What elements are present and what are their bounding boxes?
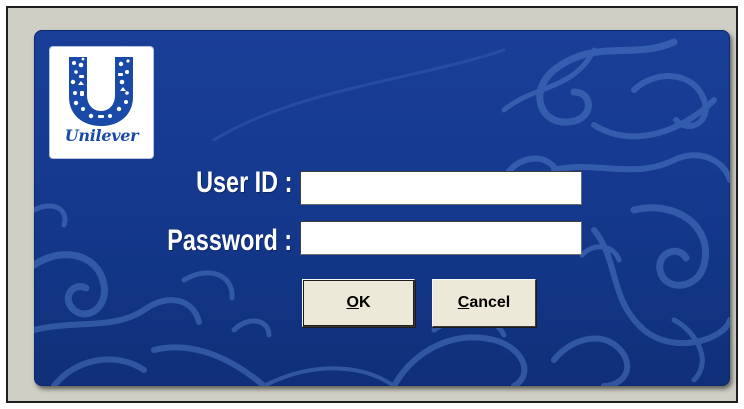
cancel-button-mnemonic: C [457, 294, 470, 311]
password-input[interactable] [300, 221, 582, 255]
unilever-wordmark: Unilever [64, 126, 139, 145]
ok-button-mnemonic: O [346, 294, 359, 311]
ok-button[interactable]: OK [302, 279, 415, 327]
login-panel: Unilever User ID : Password : OK Cancel [34, 30, 730, 386]
user-id-label: User ID : [195, 166, 292, 199]
cancel-button-label: ancel [469, 294, 511, 311]
ok-button-label: K [358, 294, 371, 311]
user-id-input[interactable] [300, 171, 582, 205]
cancel-button[interactable]: Cancel [432, 279, 536, 327]
unilever-logo: Unilever [50, 47, 153, 158]
password-label: Password : [167, 224, 292, 257]
login-window: Unilever User ID : Password : OK Cancel [6, 6, 738, 403]
unilever-u-logo-icon [69, 57, 133, 126]
